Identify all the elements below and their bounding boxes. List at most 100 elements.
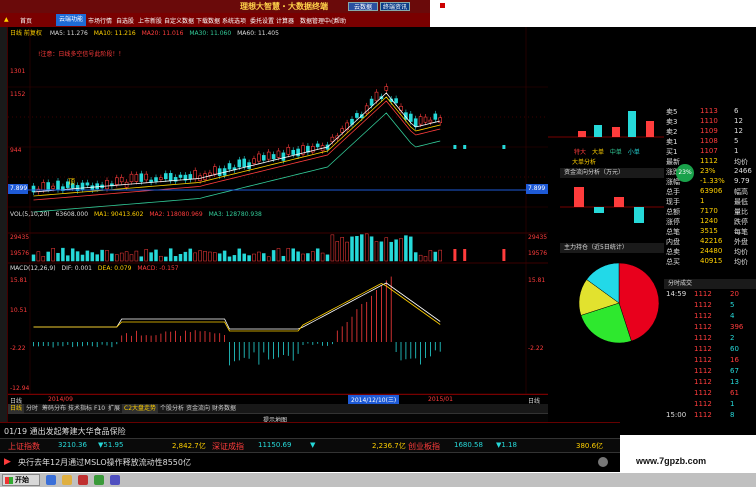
percent-circle: 23% <box>676 164 694 182</box>
tick-price: 1112 <box>694 323 712 331</box>
candle <box>438 117 443 124</box>
tab-indicator[interactable]: 技术指标 <box>66 404 94 413</box>
quote-value: 1240 <box>700 217 718 225</box>
menu-system[interactable]: 系统选项 <box>222 16 246 25</box>
volume-bar <box>154 249 158 262</box>
candle <box>178 174 183 178</box>
tab-extend[interactable]: 扩展 <box>106 404 122 413</box>
cloud-data-button[interactable]: 云数据 <box>348 2 378 11</box>
macd-dea: DEA: 0.079 <box>97 265 132 272</box>
volume-bar <box>168 248 173 262</box>
quote-extra: 跌停 <box>734 218 748 226</box>
tick-time: 15:00 <box>666 411 687 419</box>
candle <box>296 148 300 157</box>
quote-row: 总手 63906 幅高 <box>664 187 756 197</box>
tick-price: 1112 <box>694 389 712 397</box>
vol-tick-r2: 19576 <box>528 250 548 257</box>
menu-ipo[interactable]: 上市新股 <box>138 16 162 25</box>
candle <box>413 118 418 128</box>
volume-bar <box>90 252 95 262</box>
price-tick-1: 1301 <box>10 68 26 75</box>
start-button[interactable]: 开始 <box>2 474 40 486</box>
index-sh-value: 3210.36 <box>58 441 87 449</box>
ie-icon[interactable] <box>46 475 56 485</box>
tick-volume: 4 <box>730 312 735 320</box>
menu-custom[interactable]: 自定义数据 <box>164 16 194 25</box>
tick-price: 1112 <box>694 290 712 298</box>
quote-label: 买1 <box>666 148 678 156</box>
folder-icon[interactable] <box>62 475 72 485</box>
menu-cloud[interactable]: 云端功能 <box>56 14 87 26</box>
ticker-text[interactable]: 央行去年12月通过MSLO操作释放流动性8550亿 <box>18 457 191 468</box>
index-cy-name[interactable]: 创业板指 <box>408 441 440 452</box>
quote-label: 总买 <box>666 258 680 266</box>
menu-calc[interactable]: 计算器 <box>276 16 294 25</box>
volume-bar <box>183 251 188 262</box>
quote-label: 现手 <box>666 198 680 206</box>
tick-volume: 1 <box>730 400 735 408</box>
minimize-icon[interactable] <box>440 3 445 8</box>
menu-market[interactable]: 市场行情 <box>88 16 112 25</box>
quote-value: 63906 <box>700 187 723 195</box>
volume-bar <box>335 241 340 262</box>
tab-daily[interactable]: 日线 <box>8 404 25 413</box>
candle <box>502 145 506 149</box>
tick-row: 1112 4 <box>664 312 756 322</box>
candle <box>193 170 197 180</box>
vol-header: VOL(5,10,20) 63608.000 MA1: 90413.602 MA… <box>10 211 262 218</box>
menu-data[interactable]: 数据管理中心 <box>300 16 336 25</box>
flow-header: 资金流向分析（万元） <box>560 168 664 178</box>
menu-download[interactable]: 下载数据 <box>196 16 220 25</box>
quote-extra: 5 <box>734 137 739 145</box>
menu-home[interactable]: 首页 <box>20 16 32 25</box>
index-sh-name[interactable]: 上证指数 <box>8 441 40 452</box>
volume-bar <box>428 250 433 262</box>
volume-bar <box>315 248 320 262</box>
tick-price: 1112 <box>694 400 712 408</box>
tab-stock[interactable]: 个股分析 <box>158 404 186 413</box>
news-text[interactable]: 01/19 通出发起筹建大华食品保险 <box>4 426 126 437</box>
menu-help[interactable]: 帮助 <box>334 16 346 25</box>
quote-row: 涨停 1240 跌停 <box>664 217 756 227</box>
taskbar: 开始 <box>0 472 756 487</box>
tab-flow[interactable]: 资金流向 <box>184 404 212 413</box>
tab-minute[interactable]: 分时 <box>24 404 40 413</box>
quote-label: 总笔 <box>666 228 680 236</box>
candle <box>237 159 242 168</box>
candle <box>227 163 232 170</box>
left-toolbar[interactable] <box>0 27 8 435</box>
home-icon[interactable]: ▲ <box>4 16 9 23</box>
tick-volume: 60 <box>730 345 739 353</box>
app3-icon[interactable] <box>110 475 120 485</box>
date-axis: 日线 2014/09 2014/12/10(三) 2015/01 日线 <box>8 394 548 405</box>
tick-volume: 5 <box>730 301 735 309</box>
volume-bar <box>41 256 46 262</box>
tab-finance[interactable]: 财务数据 <box>210 404 238 413</box>
tab-f10[interactable]: F10 <box>92 404 107 413</box>
quote-row: 卖2 1109 12 <box>664 127 756 137</box>
quote-extra: 12 <box>734 127 743 135</box>
quote-extra: 9.79 <box>734 177 750 185</box>
index-sz-name[interactable]: 深证成指 <box>212 441 244 452</box>
candle <box>168 173 173 181</box>
app2-icon[interactable] <box>94 475 104 485</box>
menu-trade[interactable]: 委托设置 <box>250 16 274 25</box>
kline-chart[interactable]: 日线 前复权 MA5: 11.276 MA10: 11.216 MA20: 11… <box>8 27 548 424</box>
current-price-right: 7.899 <box>528 185 546 192</box>
tick-price: 1112 <box>694 367 712 375</box>
tick-row: 1112 1 <box>664 400 756 410</box>
tab-chips[interactable]: 筹码分布 <box>40 404 68 413</box>
scroll-button-icon[interactable] <box>598 457 608 467</box>
volume-bar <box>286 248 291 262</box>
tab-market[interactable]: C2大盘走势 <box>122 404 159 413</box>
tick-volume: 2 <box>730 334 735 342</box>
menu-watchlist[interactable]: 自选股 <box>116 16 134 25</box>
terminal-news-button[interactable]: 终端资讯 <box>380 2 410 11</box>
app-icon[interactable] <box>78 475 88 485</box>
tick-row: 15:00 1112 8 <box>664 411 756 421</box>
ticker-bar: ▶ 央行去年12月通过MSLO操作释放流动性8550亿 <box>0 452 620 472</box>
legend-l: 大单 <box>591 149 604 156</box>
menu-bar: ▲ 首页 云端功能 市场行情 自选股 上市新股 自定义数据 下载数据 系统选项 … <box>0 13 430 27</box>
volume-bar <box>502 249 506 261</box>
quote-label: 卖3 <box>666 118 678 126</box>
